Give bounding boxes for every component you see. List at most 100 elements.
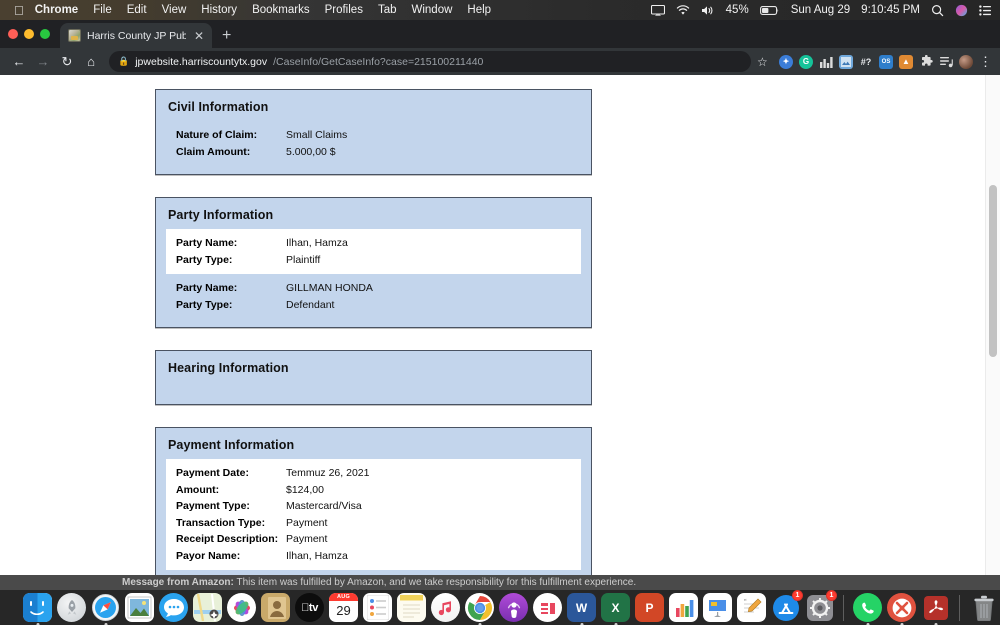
volume-icon[interactable]: [701, 5, 715, 16]
panel-civil-information: Civil Information Nature of Claim: Small C…: [155, 89, 592, 175]
panel-hearing-information: Hearing Information: [155, 350, 592, 405]
battery-icon[interactable]: [759, 5, 780, 16]
dock-item-chrome[interactable]: [464, 592, 495, 625]
menu-item-window[interactable]: Window: [412, 4, 453, 16]
dock-item-excel[interactable]: X: [600, 592, 631, 625]
page-scrollbar[interactable]: [985, 75, 1000, 575]
menu-item-edit[interactable]: Edit: [127, 4, 147, 16]
browser-toolbar: ← → ↻ ⌂ 🔒 jpwebsite.harriscountytx.gov/C…: [0, 48, 1000, 75]
forward-button[interactable]: →: [31, 50, 55, 74]
field-label: Receipt Description:: [176, 533, 279, 545]
dock-item-word[interactable]: W: [566, 592, 597, 625]
battery-percentage: 45%: [725, 4, 749, 16]
scrollbar-thumb[interactable]: [989, 185, 997, 357]
spotlight-search-icon[interactable]: [931, 4, 944, 17]
profile-avatar-icon[interactable]: [959, 54, 973, 69]
screen-mirroring-icon[interactable]: [650, 4, 665, 16]
trash-icon: [969, 593, 998, 622]
back-button[interactable]: ←: [7, 50, 31, 74]
image-extension-icon[interactable]: [839, 54, 853, 69]
dock-item-reminders[interactable]: [362, 592, 393, 623]
row-group: Nature of Claim: Small Claims Claim Amount…: [166, 121, 581, 166]
apple-logo-icon[interactable]: : [14, 4, 24, 17]
menu-item-help[interactable]: Help: [467, 4, 491, 16]
menubar-status-area: 45% Sun Aug 29 9:10:45 PM: [650, 4, 992, 17]
extensions-puzzle-icon[interactable]: [919, 55, 933, 69]
dock-item-safari[interactable]: [90, 592, 121, 625]
dock-item-messages[interactable]: [158, 592, 189, 623]
menu-item-view[interactable]: View: [162, 4, 187, 16]
tab-title: Harris County JP Public Acces: [87, 29, 186, 42]
row-group: Party Name: Ilhan, Hamza Party Type: Plaint…: [166, 229, 581, 274]
dock-item-keynote[interactable]: [702, 592, 733, 623]
menu-item-file[interactable]: File: [93, 4, 112, 16]
dock-item-news[interactable]: [532, 592, 563, 623]
menubar-time[interactable]: 9:10:45 PM: [861, 4, 920, 16]
chrome-menu-icon[interactable]: ⋮: [979, 55, 992, 68]
close-icon[interactable]: ✕: [192, 30, 206, 42]
safari-icon: [91, 593, 120, 622]
home-button[interactable]: ⌂: [79, 50, 103, 74]
reading-list-icon[interactable]: [939, 55, 953, 69]
dock-separator: [843, 594, 844, 621]
dock-item-appletv[interactable]: tv: [294, 592, 325, 623]
dock-item-launchpad[interactable]: [56, 592, 87, 623]
dock-item-podcasts[interactable]: [498, 592, 529, 623]
menu-item-profiles[interactable]: Profiles: [325, 4, 363, 16]
control-center-icon[interactable]: [979, 4, 992, 16]
dock-item-powerpoint[interactable]: P: [634, 592, 665, 623]
dock-item-maps[interactable]: [192, 592, 223, 623]
pages-icon: “: [737, 593, 766, 622]
dock-item-trash[interactable]: [968, 592, 999, 623]
svg-text:“: “: [744, 598, 747, 605]
os-extension-icon[interactable]: OS: [879, 54, 893, 69]
dock-item-preview[interactable]: [124, 592, 155, 623]
dock-item-calendar[interactable]: AUG 29: [328, 592, 359, 623]
dock-item-xmind[interactable]: [886, 592, 917, 625]
notification-badge: 1: [826, 590, 837, 601]
dock-item-appstore[interactable]: 1: [770, 590, 803, 623]
siri-icon[interactable]: [955, 4, 968, 17]
dock-item-finder[interactable]: [22, 592, 53, 625]
dock-item-whatsapp[interactable]: [852, 592, 883, 625]
panel-payment-information: Payment Information Payment Date: Temmuz 2…: [155, 427, 592, 575]
bookmark-star-icon[interactable]: ☆: [757, 55, 773, 69]
dock-item-numbers[interactable]: [668, 592, 699, 623]
field-label: Claim Amount:: [176, 145, 251, 158]
field-value: Ilhan, Hamza: [286, 237, 348, 249]
grammarly-icon[interactable]: G: [799, 54, 813, 69]
word-icon: W: [567, 593, 596, 622]
field-label: Payment Type:: [176, 500, 250, 512]
row-group: Payment Date: Temmuz 26, 2021 Amount: $124,…: [166, 459, 581, 570]
dock-item-contacts[interactable]: [260, 592, 291, 623]
reminders-icon: [363, 593, 392, 622]
dock-item-pages[interactable]: “: [736, 592, 767, 623]
menu-item-chrome[interactable]: Chrome: [35, 4, 78, 16]
menu-item-history[interactable]: History: [201, 4, 237, 16]
dock-item-system-preferences[interactable]: 1: [804, 590, 837, 623]
table-row: Payor Name: Ilhan, Hamza: [166, 548, 581, 565]
orange-extension-icon[interactable]: ▲: [899, 54, 913, 69]
minimize-window-button[interactable]: [24, 29, 34, 39]
dock-item-photos[interactable]: [226, 592, 257, 623]
menu-item-tab[interactable]: Tab: [378, 4, 397, 16]
extension-blue-icon[interactable]: ✦: [779, 54, 793, 69]
field-value: GILLMAN HONDA: [286, 282, 373, 294]
analytics-bars-icon[interactable]: [819, 55, 833, 69]
dock-item-music[interactable]: [430, 592, 461, 623]
maximize-window-button[interactable]: [40, 29, 50, 39]
field-label: Transaction Type:: [176, 516, 266, 529]
dock-item-acrobat[interactable]: [920, 592, 951, 625]
reload-button[interactable]: ↻: [55, 50, 79, 74]
browser-tab[interactable]: Harris County JP Public Acces ✕: [60, 23, 212, 48]
contacts-icon: [261, 593, 290, 622]
menu-item-bookmarks[interactable]: Bookmarks: [252, 4, 310, 16]
field-label: Party Name:: [176, 282, 238, 294]
wifi-icon[interactable]: [676, 4, 690, 16]
new-tab-button[interactable]: +: [222, 28, 231, 44]
hashtag-extension-icon[interactable]: #?: [859, 55, 873, 69]
address-bar[interactable]: 🔒 jpwebsite.harriscountytx.gov/CaseInfo/…: [109, 51, 751, 72]
menubar-date[interactable]: Sun Aug 29: [791, 4, 850, 16]
dock-item-notes[interactable]: [396, 592, 427, 623]
close-window-button[interactable]: [8, 29, 18, 39]
